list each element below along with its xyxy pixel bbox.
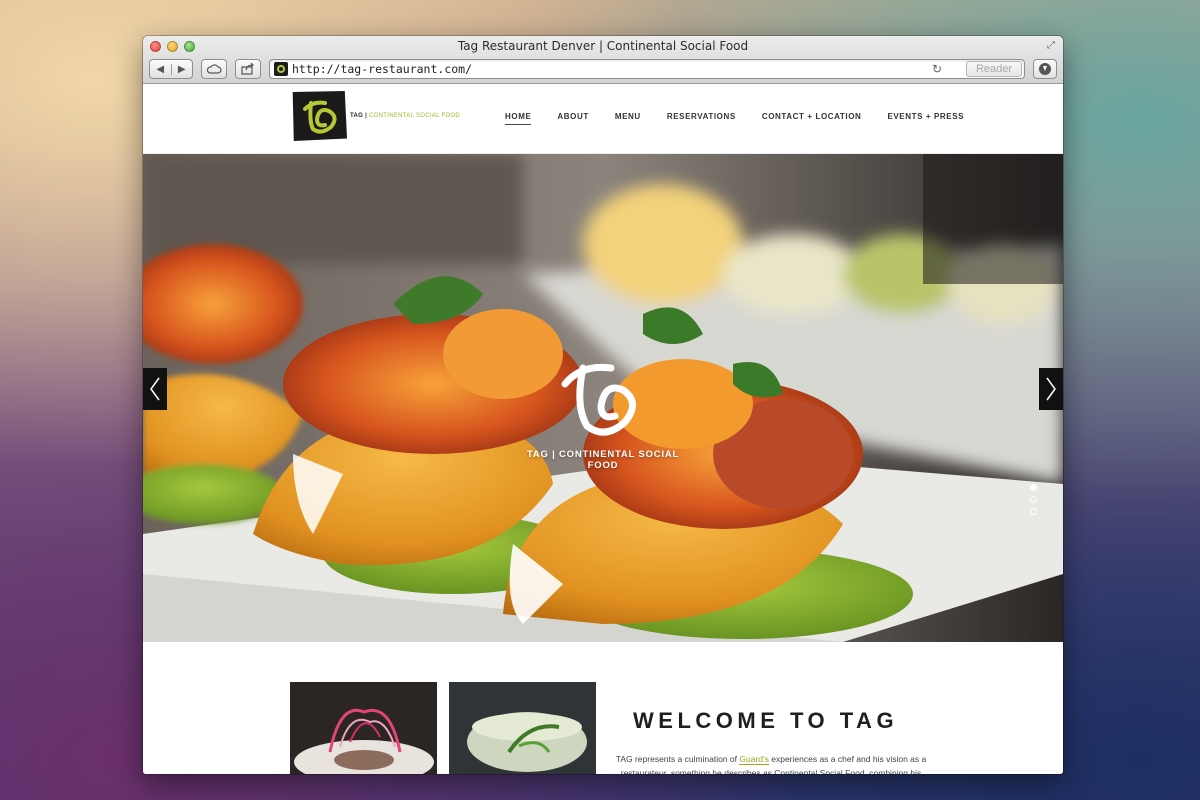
slide-dot-1[interactable] bbox=[1030, 484, 1037, 491]
prev-slide-button[interactable] bbox=[143, 368, 167, 410]
tag-logo-mark-icon bbox=[292, 91, 347, 141]
download-icon bbox=[1039, 63, 1051, 75]
forward-icon[interactable]: ▶ bbox=[172, 64, 193, 75]
slide-dot-3[interactable] bbox=[1030, 508, 1037, 515]
welcome-body-text: TAG represents a culmination of bbox=[615, 754, 740, 764]
back-icon[interactable]: ◀ bbox=[150, 63, 172, 75]
welcome-title: WELCOME TO TAG bbox=[633, 708, 899, 733]
browser-toolbar: ◀ ▶ http://tag-restaurant.com/ ↻ Reader bbox=[149, 58, 1057, 80]
back-forward-buttons: ◀ ▶ bbox=[149, 59, 193, 79]
slide-pagination bbox=[1030, 484, 1037, 515]
tag-logo-icon bbox=[561, 363, 636, 436]
site-header: TAG | CONTINENTAL SOCIAL FOOD HOME ABOUT… bbox=[143, 84, 1063, 154]
logo-wordmark: TAG | CONTINENTAL SOCIAL FOOD bbox=[350, 113, 461, 119]
slide-dot-2[interactable] bbox=[1030, 496, 1037, 503]
icloud-tabs-button[interactable] bbox=[201, 59, 227, 79]
main-nav: HOME ABOUT MENU RESERVATIONS CONTACT + L… bbox=[505, 112, 990, 125]
downloads-button[interactable] bbox=[1033, 59, 1057, 79]
chevron-right-icon bbox=[1046, 377, 1056, 401]
cocktail-thumbnail[interactable] bbox=[449, 682, 596, 774]
cloud-icon bbox=[206, 64, 222, 74]
address-bar[interactable]: http://tag-restaurant.com/ ↻ Reader bbox=[269, 59, 1025, 79]
nav-about[interactable]: ABOUT bbox=[557, 112, 588, 125]
site-favicon-icon bbox=[274, 62, 288, 76]
nav-menu[interactable]: MENU bbox=[615, 112, 641, 125]
url-text: http://tag-restaurant.com/ bbox=[292, 62, 473, 76]
next-slide-button[interactable] bbox=[1039, 368, 1063, 410]
welcome-section: WELCOME TO TAG TAG represents a culminat… bbox=[143, 642, 1063, 774]
dish-thumbnail-1[interactable] bbox=[290, 682, 437, 774]
nav-events-press[interactable]: EVENTS + PRESS bbox=[887, 112, 964, 125]
browser-window: Tag Restaurant Denver | Continental Soci… bbox=[143, 36, 1063, 774]
chevron-left-icon bbox=[150, 377, 160, 401]
nav-reservations[interactable]: RESERVATIONS bbox=[667, 112, 736, 125]
hero-logo: TAG | CONTINENTAL SOCIAL FOOD bbox=[515, 354, 691, 471]
fullscreen-icon[interactable]: ⤢ bbox=[1045, 40, 1057, 52]
hero-slider: TAG | CONTINENTAL SOCIAL FOOD bbox=[143, 154, 1063, 642]
guard-link[interactable]: Guard's bbox=[739, 754, 769, 765]
browser-chrome: Tag Restaurant Denver | Continental Soci… bbox=[143, 36, 1063, 84]
reader-button[interactable]: Reader bbox=[966, 61, 1022, 77]
site-logo[interactable]: TAG | CONTINENTAL SOCIAL FOOD bbox=[291, 91, 460, 141]
nav-contact-location[interactable]: CONTACT + LOCATION bbox=[762, 112, 862, 125]
share-button[interactable] bbox=[235, 59, 261, 79]
hero-tagline: TAG | CONTINENTAL SOCIAL FOOD bbox=[526, 449, 680, 471]
share-icon bbox=[241, 63, 254, 75]
window-title: Tag Restaurant Denver | Continental Soci… bbox=[457, 39, 749, 53]
welcome-body: TAG represents a culmination of Guard's … bbox=[611, 752, 931, 774]
nav-home[interactable]: HOME bbox=[505, 112, 532, 125]
reload-icon[interactable]: ↻ bbox=[932, 62, 942, 76]
